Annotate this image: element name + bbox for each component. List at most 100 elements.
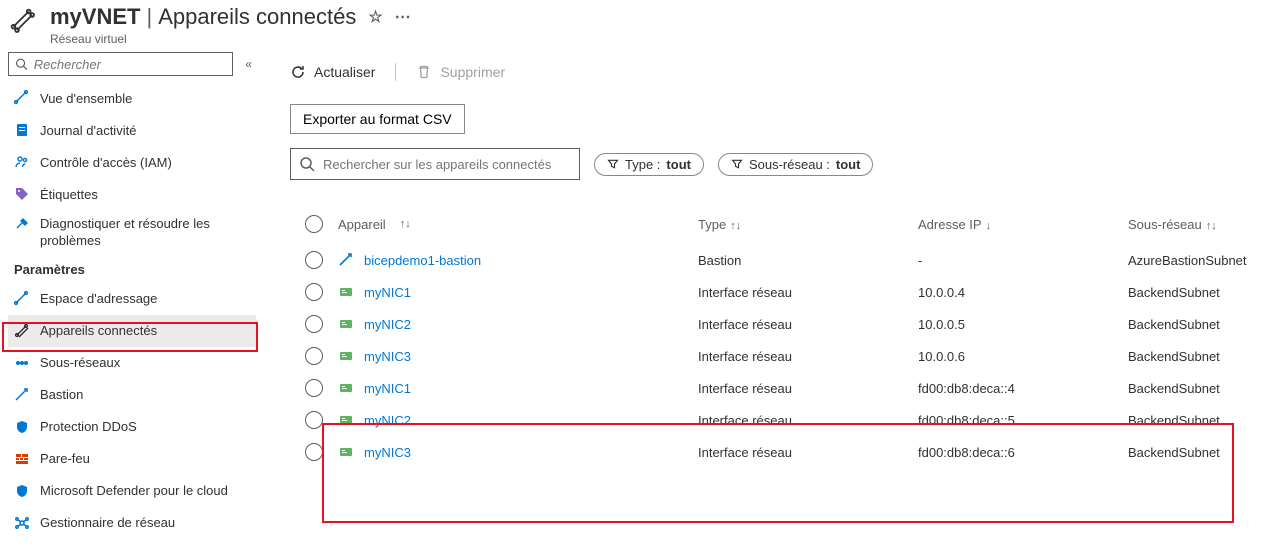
sidebar-search-input[interactable] bbox=[34, 57, 227, 72]
row-select[interactable] bbox=[290, 379, 338, 397]
sidebar-item-diagnose[interactable]: Diagnostiquer et résoudre les problèmes bbox=[8, 210, 256, 256]
sidebar-item-label: Pare-feu bbox=[40, 451, 90, 466]
sidebar-item-label: Étiquettes bbox=[40, 187, 98, 202]
nic-icon bbox=[338, 348, 354, 364]
device-link[interactable]: myNIC3 bbox=[364, 445, 411, 460]
device-ip: 10.0.0.4 bbox=[918, 285, 1128, 300]
filter-type-value: tout bbox=[666, 157, 691, 172]
device-subnet: AzureBastionSubnet bbox=[1128, 253, 1258, 268]
nic-icon bbox=[338, 412, 354, 428]
nic-icon bbox=[338, 316, 354, 332]
device-search[interactable] bbox=[290, 148, 580, 180]
connected-devices-icon bbox=[14, 323, 30, 339]
filter-subnet-label: Sous-réseau : bbox=[749, 157, 830, 172]
sidebar-item-address-space[interactable]: Espace d'adressage bbox=[8, 283, 256, 315]
sidebar-item-tags[interactable]: Étiquettes bbox=[8, 178, 256, 210]
vnet-resource-icon bbox=[8, 6, 40, 38]
sidebar-item-network-manager[interactable]: Gestionnaire de réseau bbox=[8, 507, 256, 539]
sidebar-item-bastion[interactable]: Bastion bbox=[8, 379, 256, 411]
device-link[interactable]: myNIC1 bbox=[364, 381, 411, 396]
device-link[interactable]: myNIC3 bbox=[364, 349, 411, 364]
nic-icon bbox=[338, 284, 354, 300]
trash-icon bbox=[416, 64, 432, 80]
device-link[interactable]: myNIC2 bbox=[364, 413, 411, 428]
iam-icon bbox=[14, 154, 30, 170]
col-subnet[interactable]: Sous-réseau bbox=[1128, 217, 1202, 232]
device-type: Interface réseau bbox=[698, 317, 918, 332]
table-row: myNIC2 Interface réseau fd00:db8:deca::5… bbox=[290, 404, 1258, 436]
device-type: Interface réseau bbox=[698, 381, 918, 396]
filter-pill-type[interactable]: Type : tout bbox=[594, 153, 704, 176]
sidebar-search[interactable] bbox=[8, 52, 233, 76]
device-link[interactable]: myNIC2 bbox=[364, 317, 411, 332]
activity-log-icon bbox=[14, 122, 30, 138]
table-row: bicepdemo1-bastion Bastion - AzureBastio… bbox=[290, 244, 1258, 276]
filter-pill-subnet[interactable]: Sous-réseau : tout bbox=[718, 153, 873, 176]
device-subnet: BackendSubnet bbox=[1128, 381, 1258, 396]
sidebar-item-label: Contrôle d'accès (IAM) bbox=[40, 155, 172, 170]
row-select[interactable] bbox=[290, 443, 338, 461]
page-title: Appareils connectés bbox=[158, 4, 356, 30]
tags-icon bbox=[14, 186, 30, 202]
sort-icon: ↑↓ bbox=[730, 220, 741, 232]
row-select[interactable] bbox=[290, 251, 338, 269]
sidebar-section-settings: Paramètres bbox=[8, 256, 256, 283]
table-row: myNIC1 Interface réseau fd00:db8:deca::4… bbox=[290, 372, 1258, 404]
row-select[interactable] bbox=[290, 411, 338, 429]
device-type: Interface réseau bbox=[698, 349, 918, 364]
table-header-row: Appareil↑↓ Type↑↓ Adresse IP↓ Sous-résea… bbox=[290, 208, 1258, 240]
row-select[interactable] bbox=[290, 315, 338, 333]
command-bar: Actualiser Supprimer bbox=[290, 54, 1258, 90]
export-csv-button[interactable]: Exporter au format CSV bbox=[290, 104, 465, 134]
col-device[interactable]: Appareil bbox=[338, 217, 386, 232]
sidebar-item-firewall[interactable]: Pare-feu bbox=[8, 443, 256, 475]
divider bbox=[395, 63, 396, 81]
device-type: Interface réseau bbox=[698, 413, 918, 428]
device-ip: 10.0.0.6 bbox=[918, 349, 1128, 364]
sidebar-item-label: Sous-réseaux bbox=[40, 355, 120, 370]
sidebar-item-connected-devices[interactable]: Appareils connectés bbox=[8, 315, 256, 347]
sidebar-item-iam[interactable]: Contrôle d'accès (IAM) bbox=[8, 146, 256, 178]
sidebar-item-overview[interactable]: Vue d'ensemble bbox=[8, 82, 256, 114]
device-ip: fd00:db8:deca::5 bbox=[918, 413, 1128, 428]
select-all[interactable] bbox=[290, 215, 338, 233]
sidebar: « Vue d'ensembleJournal d'activité Contrô… bbox=[0, 46, 262, 550]
row-select[interactable] bbox=[290, 283, 338, 301]
sidebar-item-label: Microsoft Defender pour le cloud bbox=[40, 483, 228, 498]
device-subnet: BackendSubnet bbox=[1128, 349, 1258, 364]
filter-type-label: Type : bbox=[625, 157, 660, 172]
col-ip[interactable]: Adresse IP bbox=[918, 217, 982, 232]
sidebar-item-label: Espace d'adressage bbox=[40, 291, 157, 306]
col-type[interactable]: Type bbox=[698, 217, 726, 232]
device-link[interactable]: myNIC1 bbox=[364, 285, 411, 300]
device-ip: 10.0.0.5 bbox=[918, 317, 1128, 332]
search-icon bbox=[299, 156, 315, 172]
sort-icon: ↑↓ bbox=[1206, 220, 1217, 232]
favorite-star-icon[interactable]: ☆ bbox=[368, 7, 382, 27]
sidebar-item-label: Diagnostiquer et résoudre les problèmes bbox=[40, 216, 250, 250]
device-ip: fd00:db8:deca::6 bbox=[918, 445, 1128, 460]
sidebar-item-activity-log[interactable]: Journal d'activité bbox=[8, 114, 256, 146]
more-actions-icon[interactable]: ⋯ bbox=[395, 7, 411, 27]
diagnose-icon bbox=[14, 216, 30, 232]
device-type: Interface réseau bbox=[698, 285, 918, 300]
main-content: Actualiser Supprimer Exporter au format … bbox=[262, 46, 1266, 550]
nic-icon bbox=[338, 444, 354, 460]
filter-icon bbox=[607, 158, 619, 170]
nic-icon bbox=[338, 380, 354, 396]
refresh-button[interactable]: Actualiser bbox=[290, 64, 375, 80]
sidebar-item-defender[interactable]: Microsoft Defender pour le cloud bbox=[8, 475, 256, 507]
subnets-icon bbox=[14, 355, 30, 371]
collapse-sidebar-icon[interactable]: « bbox=[241, 53, 256, 75]
table-row: myNIC1 Interface réseau 10.0.0.4 Backend… bbox=[290, 276, 1258, 308]
sidebar-item-ddos[interactable]: Protection DDoS bbox=[8, 411, 256, 443]
sidebar-item-subnets[interactable]: Sous-réseaux bbox=[8, 347, 256, 379]
page-header: myVNET | Appareils connectés ☆ ⋯ Réseau … bbox=[0, 0, 1266, 46]
sidebar-item-label: Appareils connectés bbox=[40, 323, 157, 338]
row-select[interactable] bbox=[290, 347, 338, 365]
address-space-icon bbox=[14, 291, 30, 307]
sidebar-item-label: Bastion bbox=[40, 387, 83, 402]
device-search-input[interactable] bbox=[323, 157, 571, 172]
network-manager-icon bbox=[14, 515, 30, 531]
device-link[interactable]: bicepdemo1-bastion bbox=[364, 253, 481, 268]
